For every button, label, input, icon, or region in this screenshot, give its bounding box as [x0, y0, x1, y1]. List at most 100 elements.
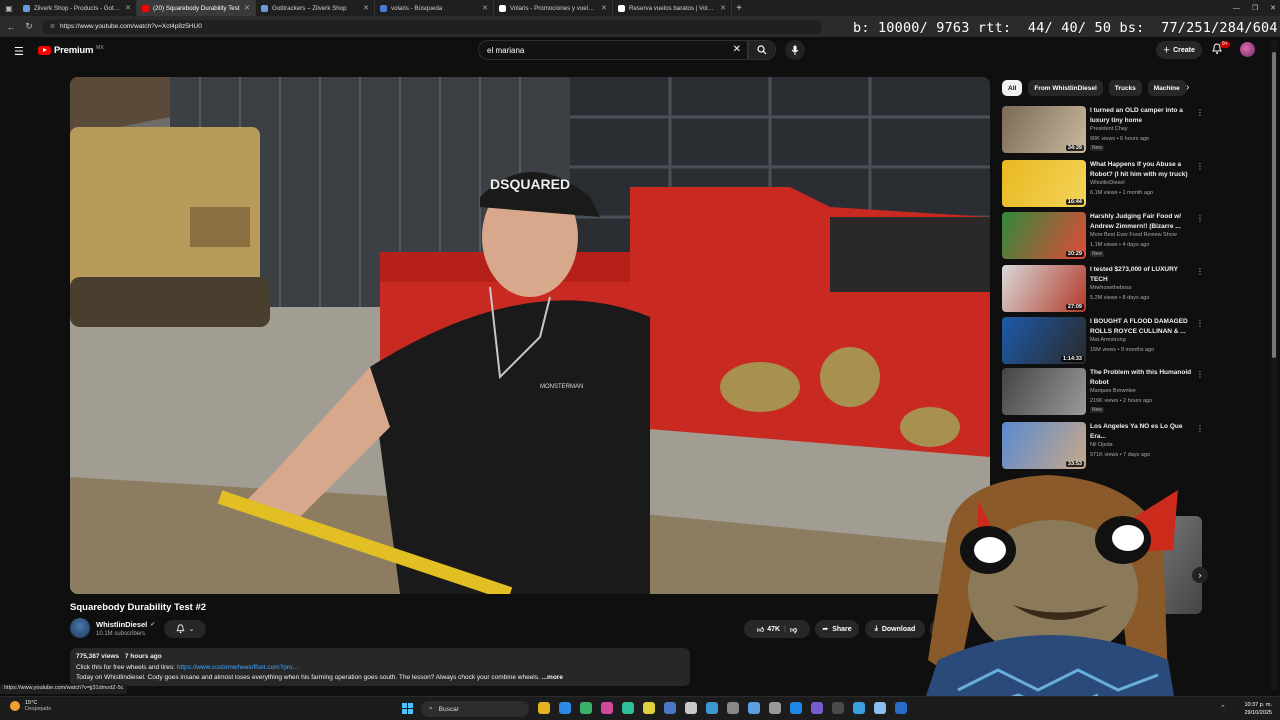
voice-search-button[interactable]	[785, 40, 805, 60]
tab-close-icon[interactable]: ✕	[363, 4, 369, 12]
tab-close-icon[interactable]: ✕	[125, 4, 131, 12]
tab-close-icon[interactable]: ✕	[720, 4, 726, 12]
recommended-video[interactable]: The Problem with this Humanoid Robot Marq…	[1002, 368, 1204, 416]
new-tab-button[interactable]: +	[732, 3, 746, 14]
clear-search-icon[interactable]: ✕	[733, 44, 741, 55]
video-thumbnail[interactable]: 34:39	[1002, 106, 1086, 153]
video-title-link[interactable]: The Problem with this Humanoid Robot	[1090, 368, 1194, 387]
taskbar-app-icon[interactable]	[538, 702, 550, 714]
close-window-icon[interactable]: ✕	[1270, 4, 1276, 12]
search-button[interactable]	[748, 40, 776, 60]
taskbar-app-icon[interactable]	[853, 702, 865, 714]
video-player[interactable]: DSQUARED MONSTERMAN	[70, 77, 990, 594]
recommended-video[interactable]: 16:44 What Happens If you Abuse a Robot? …	[1002, 160, 1204, 208]
taskbar-app-icon[interactable]	[559, 702, 571, 714]
share-button[interactable]: ➦ Share	[815, 620, 859, 638]
microphone-icon	[791, 45, 799, 55]
show-more-button[interactable]: ...more	[542, 674, 563, 681]
tab-close-icon[interactable]: ✕	[244, 4, 250, 12]
taskbar-app-icon[interactable]	[580, 702, 592, 714]
maximize-icon[interactable]: ❐	[1252, 4, 1258, 12]
taskbar-app-icon[interactable]	[706, 702, 718, 714]
more-actions-icon[interactable]: ⋮	[1196, 370, 1204, 379]
video-title-link[interactable]: Los Angeles Ya NO es Lo Que Era...	[1090, 422, 1194, 441]
video-thumbnail[interactable]: 20:29	[1002, 212, 1086, 259]
more-actions-icon[interactable]: ⋮	[1196, 162, 1204, 171]
recommended-video[interactable]: 1:14:33 I BOUGHT A FLOOD DAMAGED ROLLS RO…	[1002, 317, 1204, 365]
description-link[interactable]: https://www.customwheeloffset.com?pro...	[177, 664, 298, 671]
carousel-next-button[interactable]: ›	[1192, 567, 1208, 583]
chevron-right-icon[interactable]: ›	[1186, 82, 1189, 93]
youtube-logo[interactable]: Premium MX	[38, 45, 104, 56]
verified-icon: ✔	[150, 622, 156, 628]
taskbar-app-icon[interactable]	[832, 702, 844, 714]
taskbar-app-icon[interactable]	[874, 702, 886, 714]
more-actions-icon[interactable]: ⋮	[1196, 424, 1204, 433]
browser-tab[interactable]: (20) Squarebody Durability Test ✕	[137, 0, 256, 16]
taskbar-app-icon[interactable]	[643, 702, 655, 714]
menu-icon[interactable]: ☰	[14, 45, 24, 58]
account-avatar[interactable]	[1240, 42, 1255, 57]
taskbar-app-icon[interactable]	[895, 702, 907, 714]
like-button[interactable]: 👍︎ 47K	[757, 625, 780, 634]
taskbar-app-icon[interactable]	[811, 702, 823, 714]
minimize-icon[interactable]: —	[1233, 5, 1240, 12]
taskbar-search[interactable]: ⌕ Buscar	[421, 701, 529, 717]
filter-chip[interactable]: Trucks	[1108, 80, 1142, 96]
more-actions-icon[interactable]: ⋮	[1196, 108, 1204, 117]
site-info-icon[interactable]: ⊜	[50, 23, 55, 30]
tab-actions-icon[interactable]: ▣	[0, 0, 18, 16]
recommended-video[interactable]: 27:09 I tested $273,000 of LUXURY TECH Mrw…	[1002, 265, 1204, 313]
tray-chevron-icon[interactable]: ⌃	[1220, 704, 1226, 712]
browser-tab[interactable]: volaris - Búsqueda ✕	[375, 0, 494, 16]
filter-chip[interactable]: All	[1002, 80, 1023, 96]
video-title-link[interactable]: I turned an OLD camper into a luxury tin…	[1090, 106, 1194, 125]
recommended-video[interactable]: 34:39 I turned an OLD camper into a luxur…	[1002, 106, 1204, 154]
taskbar-app-icon[interactable]	[790, 702, 802, 714]
video-title-link[interactable]: I BOUGHT A FLOOD DAMAGED ROLLS ROYCE CUL…	[1090, 317, 1194, 336]
description-line-2: Today on Whistlindiesel. Cody goes insan…	[76, 673, 684, 684]
scrollbar-thumb[interactable]	[1272, 52, 1276, 358]
channel-avatar[interactable]	[70, 618, 90, 638]
subscribed-notifications-button[interactable]: ⌄	[164, 620, 206, 638]
video-description[interactable]: 775,387 views 7 hours ago Click this for…	[70, 648, 690, 686]
download-button[interactable]: ⤓ Download	[865, 620, 925, 638]
browser-tab[interactable]: Zilverk Shop - Products - Gotibracke ✕	[18, 0, 137, 16]
more-actions-icon[interactable]: ⋮	[1196, 214, 1204, 223]
video-thumbnail[interactable]: 1:14:33	[1002, 317, 1086, 364]
recommended-video[interactable]: 20:29 Harshly Judging Fair Food w/ Andrew…	[1002, 212, 1204, 260]
url-field[interactable]: ⊜ https://www.youtube.com/watch?v=Xct4p8…	[42, 19, 822, 34]
filter-chip[interactable]: Machine	[1147, 80, 1186, 96]
browser-tab[interactable]: Gotitrackers – Zilverk Shop ✕	[256, 0, 375, 16]
video-title-link[interactable]: Harshly Judging Fair Food w/ Andrew Zimm…	[1090, 212, 1194, 231]
tab-close-icon[interactable]: ✕	[601, 4, 607, 12]
video-thumbnail[interactable]	[1002, 368, 1086, 415]
browser-tab[interactable]: Reserva vuelos baratos | Volaris ✕	[613, 0, 732, 16]
tab-close-icon[interactable]: ✕	[482, 4, 488, 12]
channel-name: President Chay	[1090, 126, 1128, 132]
video-title-link[interactable]: What Happens If you Abuse a Robot? (I hi…	[1090, 160, 1194, 179]
channel-name[interactable]: WhistlinDiesel ✔	[96, 620, 155, 629]
more-actions-icon[interactable]: ⋮	[1196, 319, 1204, 328]
video-thumbnail[interactable]: 16:44	[1002, 160, 1086, 207]
more-actions-icon[interactable]: ⋮	[1196, 267, 1204, 276]
reload-icon[interactable]: ↻	[24, 21, 34, 32]
taskbar-app-icon[interactable]	[664, 702, 676, 714]
filter-chip[interactable]: From WhistlinDiesel	[1028, 80, 1103, 96]
weather-widget[interactable]: 15°C Despejado	[10, 700, 51, 712]
windows-start-icon[interactable]	[402, 703, 413, 714]
create-button[interactable]: ＋ Create	[1156, 41, 1202, 59]
taskbar-app-icon[interactable]	[622, 702, 634, 714]
video-title-link[interactable]: I tested $273,000 of LUXURY TECH	[1090, 265, 1194, 284]
dislike-button[interactable]: 👎︎	[790, 625, 797, 634]
search-input[interactable]: el mariana ✕	[478, 40, 748, 60]
taskbar-app-icon[interactable]	[601, 702, 613, 714]
taskbar-app-icon[interactable]	[727, 702, 739, 714]
back-icon[interactable]: ←	[6, 22, 16, 32]
clock[interactable]: 10:37 p. m. 29/10/2025	[1236, 701, 1272, 717]
taskbar-app-icon[interactable]	[748, 702, 760, 714]
taskbar-app-icon[interactable]	[769, 702, 781, 714]
browser-tab[interactable]: Volaris - Promociones y vuelos mas ✕	[494, 0, 613, 16]
video-thumbnail[interactable]: 27:09	[1002, 265, 1086, 312]
taskbar-app-icon[interactable]	[685, 702, 697, 714]
